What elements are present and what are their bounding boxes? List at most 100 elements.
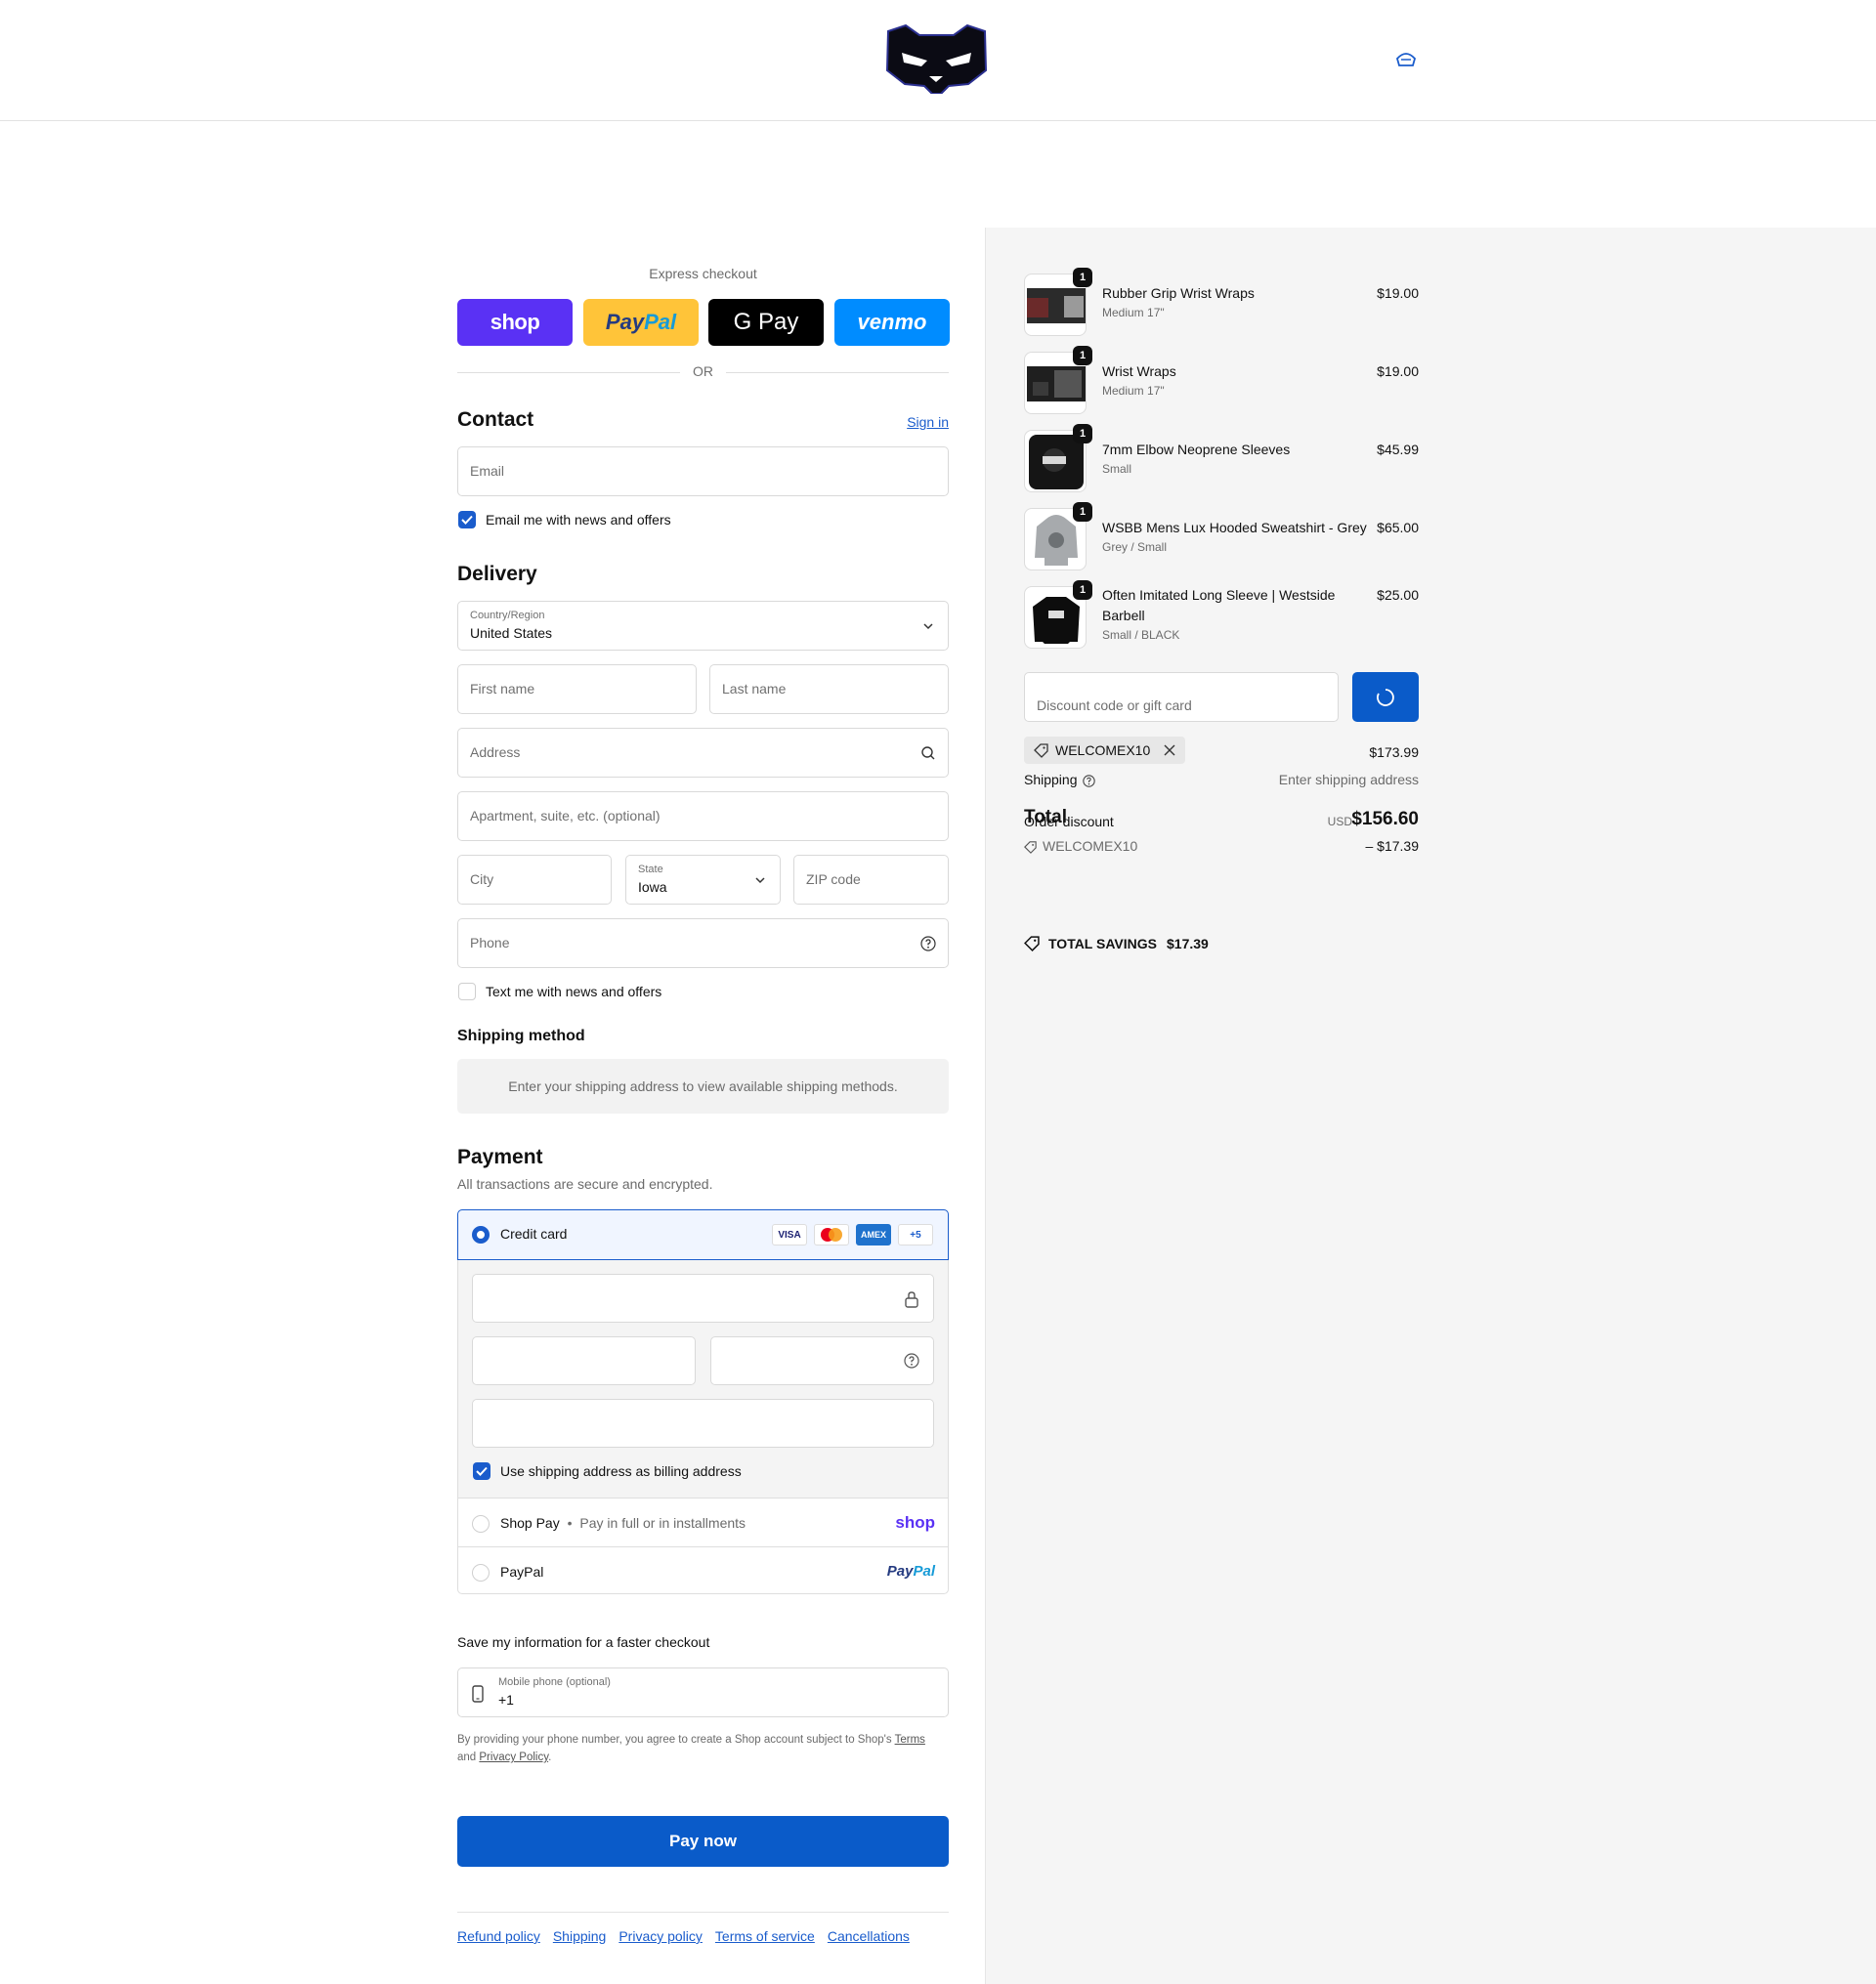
billing-same-checkbox[interactable] [473,1462,490,1480]
pay-now-button[interactable]: Pay now [457,1816,949,1867]
search-icon [921,746,935,760]
total-savings-value: $17.39 [1167,936,1209,951]
phone-field[interactable]: Phone [457,918,949,968]
item-price: $25.00 [1377,587,1419,603]
shop-pay-radio[interactable] [472,1515,490,1533]
paypal-radio[interactable] [472,1564,490,1582]
terms-of-service-link[interactable]: Terms of service [715,1928,815,1944]
name-on-card-field[interactable] [472,1399,934,1448]
venmo-express-button[interactable]: venmo [834,299,950,346]
paypal-label: PayPal [500,1564,544,1580]
discount-amount: – $17.39 [1365,838,1420,854]
shipping-method-heading: Shipping method [457,1028,585,1044]
quantity-badge: 1 [1073,580,1092,600]
shop-legal-text: By providing your phone number, you agre… [457,1734,925,1763]
applied-discount-chip: WELCOMEX10 [1024,737,1186,764]
help-icon[interactable] [904,1353,919,1369]
google-pay-express-button[interactable]: G Pay [708,299,824,346]
address-field[interactable]: Address [457,728,949,778]
delivery-heading: Delivery [457,563,537,585]
total-label: Total [1024,807,1067,827]
total-value: $156.60 [1351,809,1419,829]
currency-code: USD [1327,815,1352,828]
last-name-field[interactable]: Last name [709,664,949,714]
footer-links: Refund policy Shipping Privacy policy Terms… [457,1928,922,1944]
discount-code-input[interactable]: Discount code or gift card [1024,672,1339,722]
payment-subtitle: All transactions are secure and encrypte… [457,1176,713,1192]
item-name: Wrist Wraps [1102,363,1176,379]
sms-opt-in-checkbox[interactable] [458,983,476,1000]
bag-icon[interactable] [1395,51,1417,68]
item-price: $19.00 [1377,285,1419,301]
item-variant: Grey / Small [1102,540,1168,554]
privacy-policy-link[interactable]: Privacy Policy [479,1752,548,1763]
paypal-logo: PayPal [886,1563,935,1580]
chevron-down-icon [923,623,933,630]
chevron-down-icon [755,877,765,884]
discount-code-line: WELCOMEX10 [1043,838,1138,854]
checkout-header [0,0,1876,121]
credit-card-option[interactable]: Credit card VISA AMEX +5 [457,1209,949,1260]
item-name: WSBB Mens Lux Hooded Sweatshirt - Grey [1102,520,1367,535]
apply-discount-button[interactable] [1352,672,1419,722]
order-summary-panel [985,228,1876,1984]
total-savings-label: TOTAL SAVINGS [1048,936,1157,951]
shipping-policy-link[interactable]: Shipping [553,1928,607,1944]
email-field[interactable]: Email [457,446,949,496]
item-name: Rubber Grip Wrist Wraps [1102,285,1255,301]
spinner-icon [1377,688,1394,706]
shipping-label: Shipping [1024,772,1078,787]
tag-icon [1024,841,1037,854]
privacy-policy-footer-link[interactable]: Privacy policy [618,1928,703,1944]
credit-card-radio[interactable] [472,1226,490,1244]
more-cards-badge: +5 [898,1224,933,1245]
express-checkout-label: Express checkout [649,266,757,281]
card-number-field[interactable] [472,1274,934,1323]
item-name: 7mm Elbow Neoprene Sleeves [1102,442,1291,457]
shop-pay-logo: shop [895,1513,935,1532]
item-variant: Small / BLACK [1102,628,1180,642]
shop-pay-express-button[interactable]: shop [457,299,573,346]
subtotal-value: $173.99 [1369,744,1419,760]
country-select[interactable]: Country/Region United States [457,601,949,651]
lock-icon [905,1291,918,1308]
paypal-option[interactable]: PayPal PayPal [458,1547,948,1596]
visa-icon: VISA [772,1224,807,1245]
terms-link[interactable]: Terms [895,1734,925,1746]
item-variant: Small [1102,462,1132,476]
panther-mask-logo[interactable] [884,23,989,94]
save-info-heading: Save my information for a faster checkou… [457,1634,710,1650]
security-code-field[interactable] [710,1336,934,1385]
city-field[interactable]: City [457,855,612,905]
mobile-phone-icon [472,1685,484,1703]
payment-heading: Payment [457,1146,543,1168]
apartment-field[interactable]: Apartment, suite, etc. (optional) [457,791,949,841]
email-opt-in-label: Email me with news and offers [486,512,671,528]
amex-icon: AMEX [856,1224,891,1245]
close-icon[interactable] [1164,744,1175,756]
mobile-phone-field[interactable]: Mobile phone (optional) +1 [457,1667,949,1717]
shipping-value: Enter shipping address [1278,772,1419,787]
paypal-express-button[interactable]: Pay Pal [583,299,699,346]
shipping-method-notice: Enter your shipping address to view avai… [457,1059,949,1114]
quantity-badge: 1 [1073,268,1092,287]
shop-pay-option[interactable]: Shop Pay • Pay in full or in installment… [458,1499,948,1547]
help-icon[interactable] [920,936,936,951]
payment-methods: Credit card VISA AMEX +5 Use shipping ad… [457,1209,949,1594]
first-name-field[interactable]: First name [457,664,697,714]
expiration-date-field[interactable] [472,1336,696,1385]
help-icon[interactable] [1083,775,1095,787]
refund-policy-link[interactable]: Refund policy [457,1928,540,1944]
billing-same-label: Use shipping address as billing address [500,1463,742,1479]
item-name: Often Imitated Long Sleeve | Westside Ba… [1102,587,1336,623]
item-price: $19.00 [1377,363,1419,379]
item-variant: Medium 17" [1102,306,1165,319]
email-opt-in-checkbox[interactable] [458,511,476,528]
tag-icon [1024,936,1040,951]
footer-divider [457,1912,949,1913]
cancellations-link[interactable]: Cancellations [828,1928,910,1944]
zip-code-field[interactable]: ZIP code [793,855,949,905]
or-divider: OR [457,363,949,381]
state-select[interactable]: State Iowa [625,855,781,905]
sign-in-link[interactable]: Sign in [907,414,949,430]
